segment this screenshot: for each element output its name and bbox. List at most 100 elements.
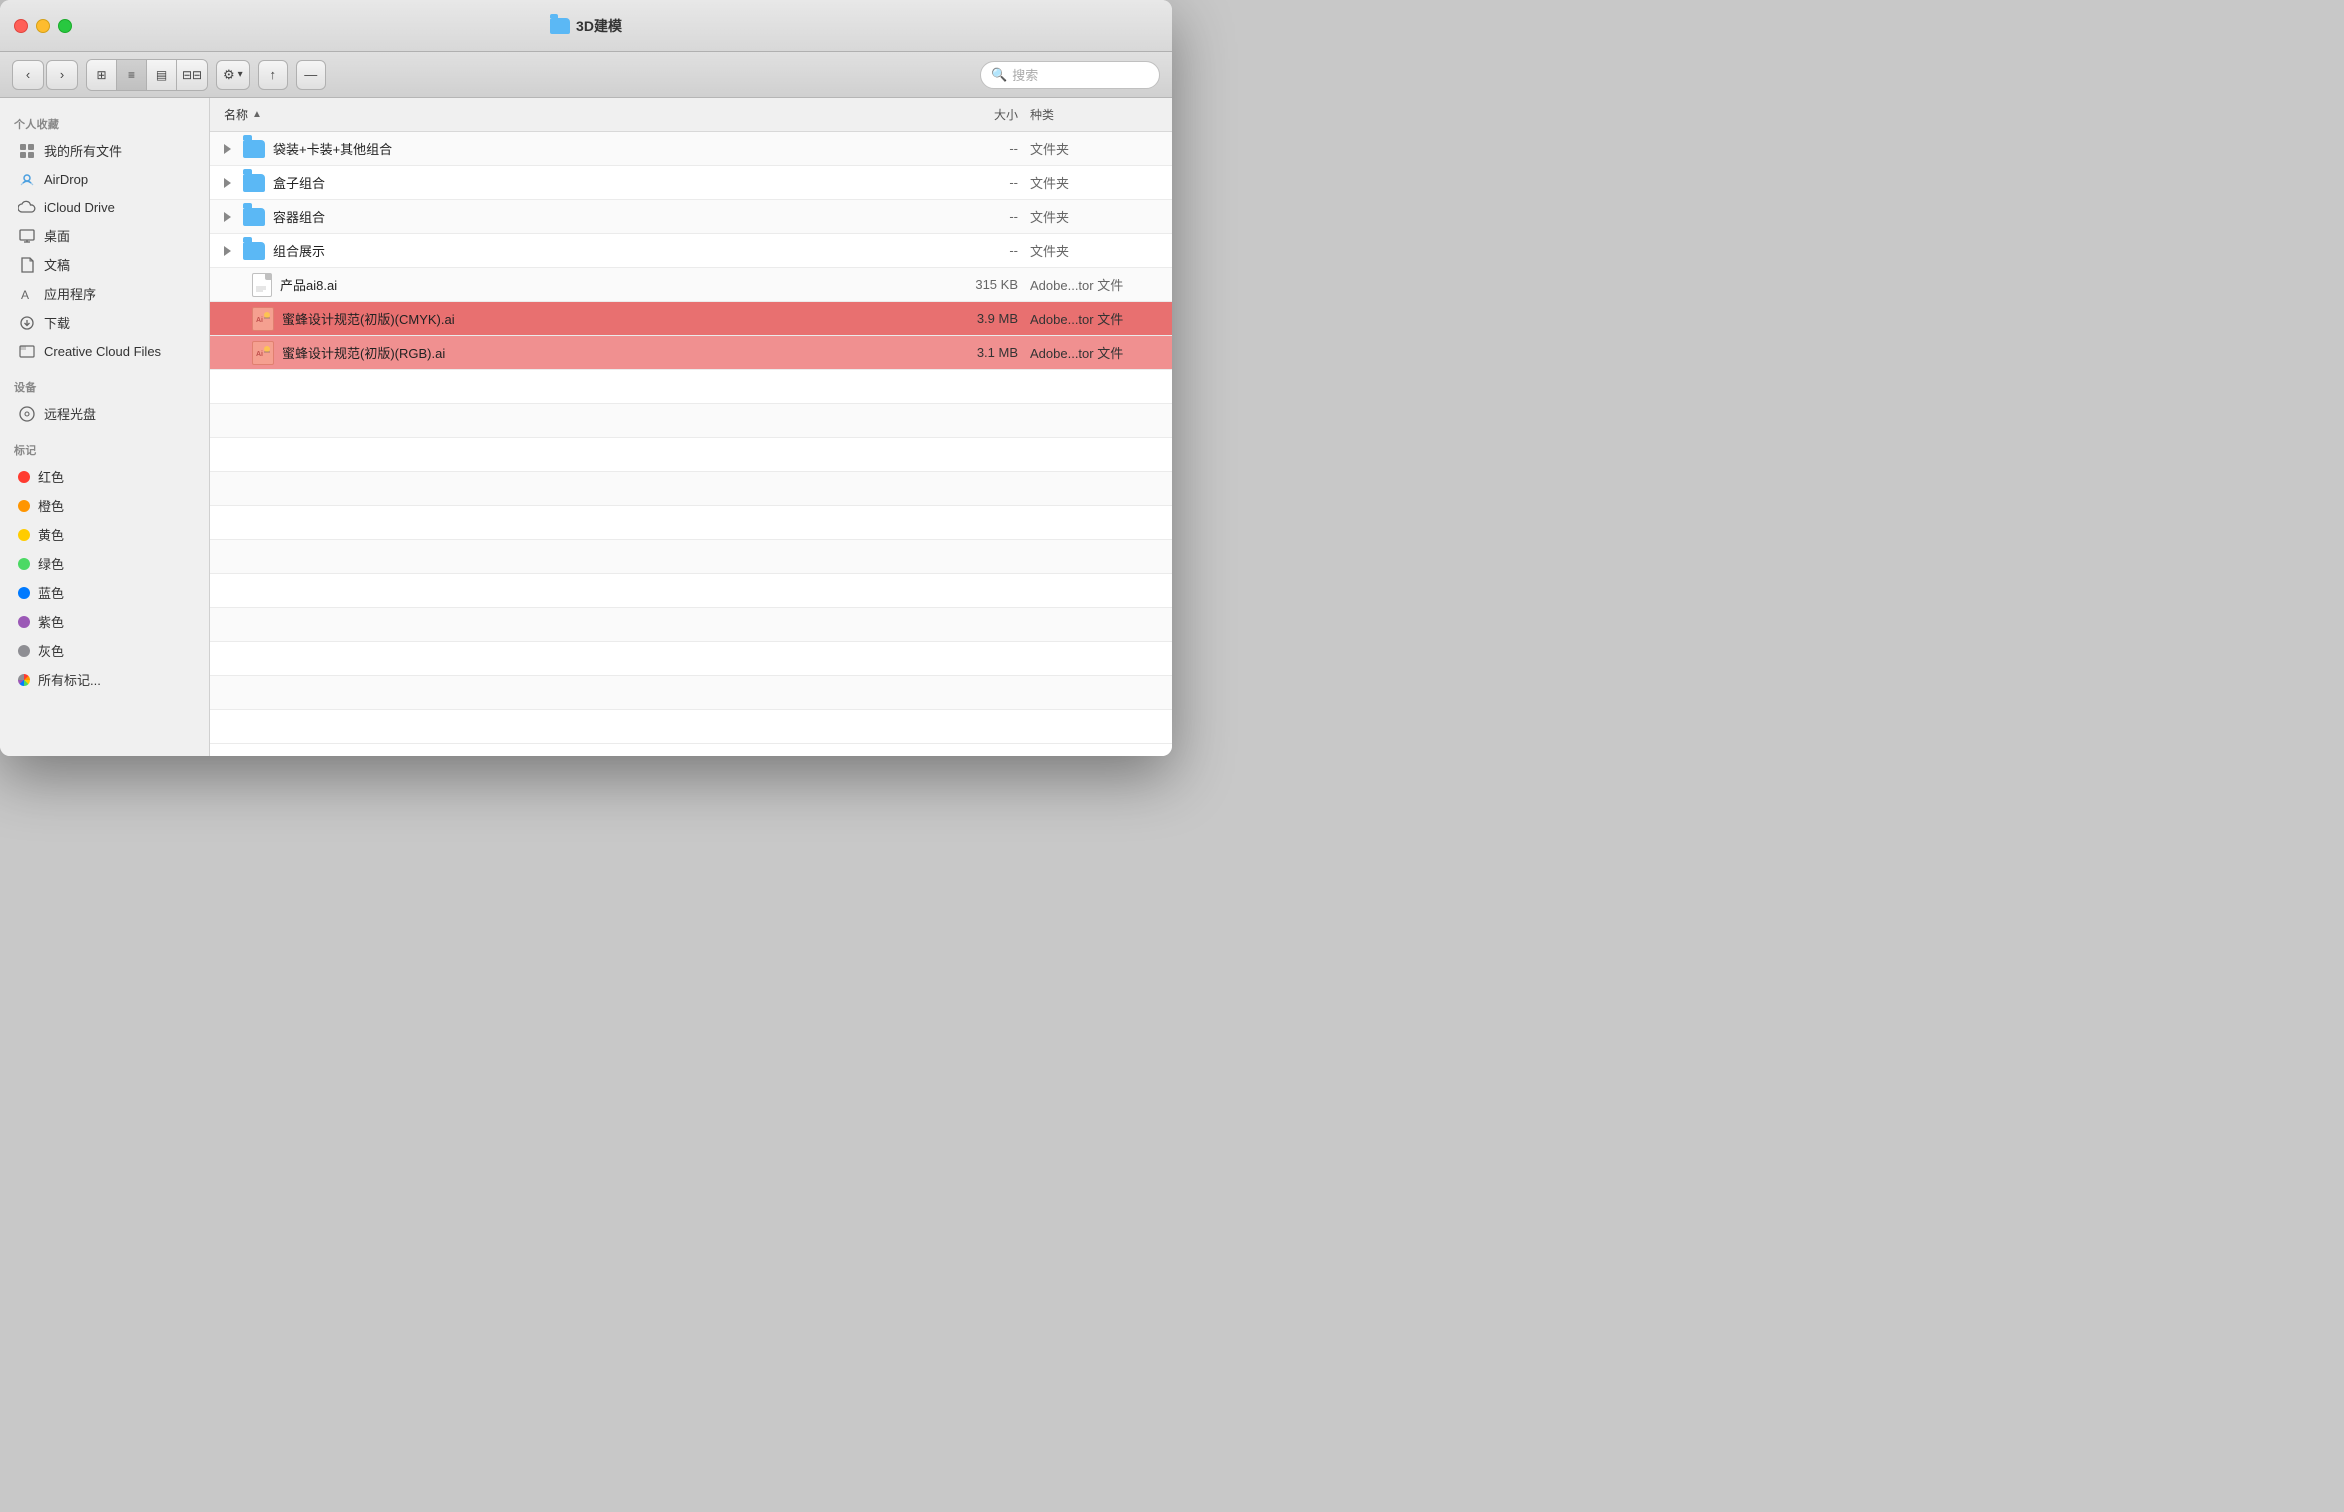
sidebar-tag-blue[interactable]: 蓝色 xyxy=(4,578,205,607)
downloads-icon xyxy=(18,314,36,332)
orange-tag-dot xyxy=(18,500,30,512)
sidebar-tag-orange[interactable]: 橙色 xyxy=(4,491,205,520)
file-kind: 文件夹 xyxy=(1018,173,1158,192)
finder-window: 3D建模 ‹ › ⊞ ≡ ▤ ⊟⊟ ⚙ xyxy=(0,0,1172,756)
orange-tag-label: 橙色 xyxy=(38,496,64,515)
folder-icon xyxy=(243,174,265,192)
expand-icon[interactable] xyxy=(224,246,231,256)
blue-tag-label: 蓝色 xyxy=(38,583,64,602)
view-icon-button[interactable]: ⊞ xyxy=(87,60,117,90)
window-title: 3D建模 xyxy=(550,16,622,36)
purple-tag-dot xyxy=(18,616,30,628)
file-kind: Adobe...tor 文件 xyxy=(1018,309,1158,328)
all-tags-label: 所有标记... xyxy=(38,670,101,689)
green-tag-dot xyxy=(18,558,30,570)
red-tag-dot xyxy=(18,471,30,483)
sidebar-item-desktop[interactable]: 桌面 xyxy=(4,221,205,250)
svg-text:Ai: Ai xyxy=(256,317,263,324)
sidebar-item-ccfiles[interactable]: Creative Cloud Files xyxy=(4,337,205,365)
green-tag-label: 绿色 xyxy=(38,554,64,573)
view-gallery-button[interactable]: ⊟⊟ xyxy=(177,60,207,90)
expand-icon[interactable] xyxy=(224,212,231,222)
col-name-header[interactable]: 名称 ▲ xyxy=(224,106,928,123)
traffic-lights xyxy=(14,19,72,33)
table-row[interactable]: Ai 蜜蜂设计规范(初版)(RGB).ai 3.1 MB Adobe...tor… xyxy=(210,336,1172,370)
file-size: -- xyxy=(928,243,1018,258)
sidebar-tag-all[interactable]: 所有标记... xyxy=(4,665,205,694)
file-name-cell: 袋装+卡装+其他组合 xyxy=(224,139,928,158)
desktop-icon xyxy=(18,227,36,245)
close-button[interactable] xyxy=(14,19,28,33)
path-icon: — xyxy=(304,67,317,82)
table-row[interactable]: 袋装+卡装+其他组合 -- 文件夹 xyxy=(210,132,1172,166)
sidebar-tag-purple[interactable]: 紫色 xyxy=(4,607,205,636)
ai-bee-icon: Ai xyxy=(252,307,274,331)
table-row[interactable]: Ai 蜜蜂设计规范(初版)(CMYK).ai 3.9 MB Adobe...to… xyxy=(210,302,1172,336)
device-section-header: 设备 xyxy=(0,371,209,399)
yellow-tag-dot xyxy=(18,529,30,541)
sidebar-item-downloads[interactable]: 下载 xyxy=(4,308,205,337)
sidebar-label-ccfiles: Creative Cloud Files xyxy=(44,344,161,359)
sidebar-item-icloud[interactable]: iCloud Drive xyxy=(4,193,205,221)
minimize-button[interactable] xyxy=(36,19,50,33)
file-name: 容器组合 xyxy=(273,207,325,226)
blue-tag-dot xyxy=(18,587,30,599)
view-buttons: ⊞ ≡ ▤ ⊟⊟ xyxy=(86,59,208,91)
folder-icon xyxy=(243,140,265,158)
share-button[interactable]: ↑ xyxy=(258,60,288,90)
search-placeholder: 搜索 xyxy=(1012,65,1038,84)
action-button[interactable]: ⚙ ▾ xyxy=(216,60,250,90)
table-row-empty xyxy=(210,404,1172,438)
file-name-cell: 组合展示 xyxy=(224,241,928,260)
search-box[interactable]: 🔍 搜索 xyxy=(980,61,1160,89)
sidebar-tag-red[interactable]: 红色 xyxy=(4,462,205,491)
file-name: 蜜蜂设计规范(初版)(RGB).ai xyxy=(282,343,445,362)
sidebar-tag-yellow[interactable]: 黄色 xyxy=(4,520,205,549)
red-tag-label: 红色 xyxy=(38,467,64,486)
sidebar-item-optical[interactable]: 远程光盘 xyxy=(4,399,205,428)
table-row[interactable]: 产品ai8.ai 315 KB Adobe...tor 文件 xyxy=(210,268,1172,302)
sidebar-tag-green[interactable]: 绿色 xyxy=(4,549,205,578)
svg-text:Ai: Ai xyxy=(256,351,263,358)
sidebar-tag-gray[interactable]: 灰色 xyxy=(4,636,205,665)
view-list-button[interactable]: ≡ xyxy=(117,60,147,90)
allfiles-icon xyxy=(18,142,36,160)
action-chevron-icon: ▾ xyxy=(238,69,243,80)
window-title-text: 3D建模 xyxy=(576,16,622,36)
icon-view-icon: ⊞ xyxy=(96,68,106,82)
forward-button[interactable]: › xyxy=(46,60,78,90)
table-row[interactable]: 容器组合 -- 文件夹 xyxy=(210,200,1172,234)
sidebar-label-apps: 应用程序 xyxy=(44,284,96,303)
sidebar-label-icloud: iCloud Drive xyxy=(44,200,115,215)
ccfiles-icon xyxy=(18,342,36,360)
fullscreen-button[interactable] xyxy=(58,19,72,33)
file-name: 袋装+卡装+其他组合 xyxy=(273,139,392,158)
view-column-button[interactable]: ▤ xyxy=(147,60,177,90)
expand-icon[interactable] xyxy=(224,178,231,188)
sidebar-item-docs[interactable]: 文稿 xyxy=(4,250,205,279)
table-row[interactable]: 盒子组合 -- 文件夹 xyxy=(210,166,1172,200)
sidebar-item-airdrop[interactable]: AirDrop xyxy=(4,165,205,193)
file-size: -- xyxy=(928,141,1018,156)
sidebar-item-allfiles[interactable]: 我的所有文件 xyxy=(4,136,205,165)
col-kind-header[interactable]: 种类 xyxy=(1018,106,1158,123)
sort-arrow-icon: ▲ xyxy=(252,109,262,120)
file-kind: 文件夹 xyxy=(1018,207,1158,226)
path-button[interactable]: — xyxy=(296,60,326,90)
sidebar-item-apps[interactable]: A 应用程序 xyxy=(4,279,205,308)
table-row-empty xyxy=(210,472,1172,506)
table-row[interactable]: 组合展示 -- 文件夹 xyxy=(210,234,1172,268)
file-kind: 文件夹 xyxy=(1018,241,1158,260)
col-kind-label: 种类 xyxy=(1030,106,1054,123)
sidebar-label-airdrop: AirDrop xyxy=(44,172,88,187)
col-size-header[interactable]: 大小 xyxy=(928,106,1018,123)
toolbar: ‹ › ⊞ ≡ ▤ ⊟⊟ ⚙ ▾ ↑ xyxy=(0,52,1172,98)
gray-tag-dot xyxy=(18,645,30,657)
file-name: 蜜蜂设计规范(初版)(CMYK).ai xyxy=(282,309,455,328)
main-content: 个人收藏 我的所有文件 AirDrop xyxy=(0,98,1172,756)
file-name-cell: 容器组合 xyxy=(224,207,928,226)
expand-icon[interactable] xyxy=(224,144,231,154)
file-kind: Adobe...tor 文件 xyxy=(1018,343,1158,362)
back-button[interactable]: ‹ xyxy=(12,60,44,90)
sidebar-label-downloads: 下载 xyxy=(44,313,70,332)
